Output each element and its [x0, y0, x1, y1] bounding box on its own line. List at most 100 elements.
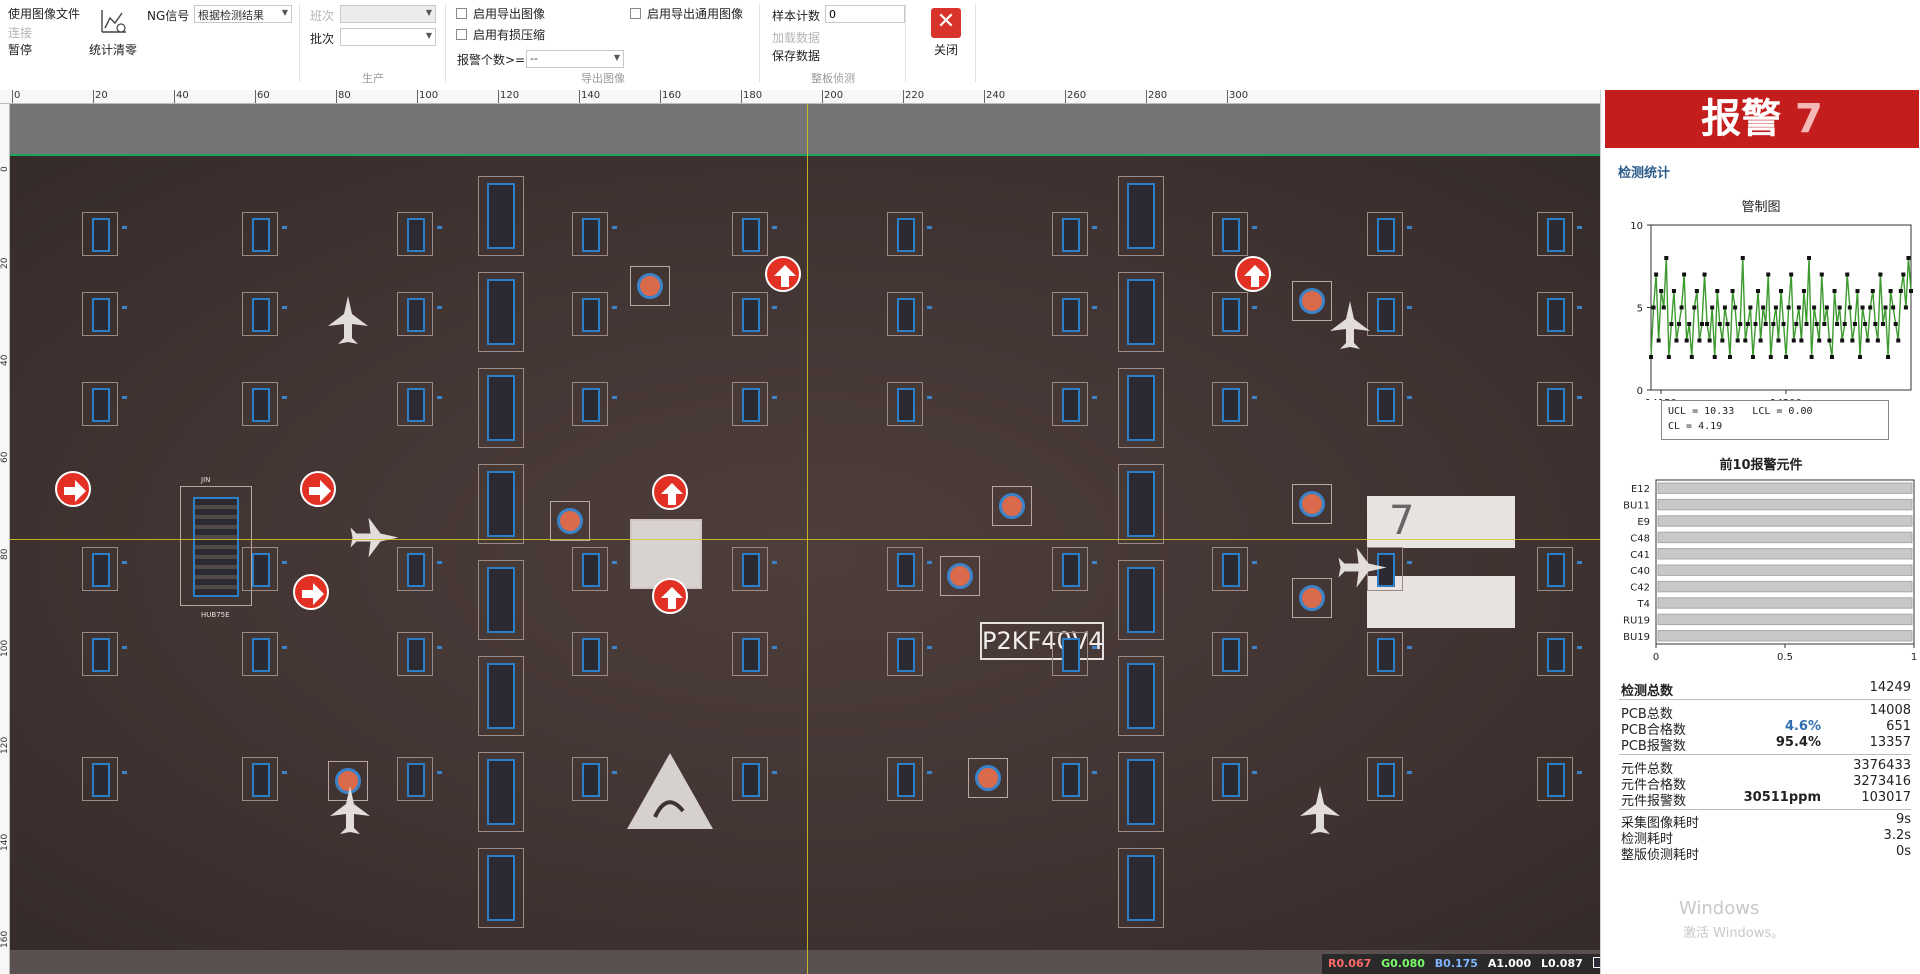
status-l: L0.087 — [1540, 957, 1583, 970]
control-chart-point — [1812, 305, 1817, 310]
control-chart-point — [1725, 322, 1730, 326]
stat-comp-alarm-ppm: 30511ppm — [1743, 790, 1821, 805]
pcb-chip — [82, 292, 118, 336]
pcb-driver-ic — [1118, 752, 1164, 832]
pcb-driver-ic-body — [487, 471, 515, 537]
use-image-file-button[interactable]: 使用图像文件 — [8, 5, 80, 22]
ruler-tick-label: 20 — [0, 257, 10, 269]
close-icon[interactable]: ✕ — [931, 8, 961, 38]
control-chart-point — [1674, 338, 1679, 343]
ruler-tick — [12, 90, 13, 103]
ng-signal-select[interactable]: 根据检测结果 ▼ — [194, 5, 292, 23]
pcb-chip — [397, 212, 433, 256]
control-chart-point — [1651, 305, 1656, 310]
pcb-chip — [572, 757, 608, 801]
pcb-driver-ic — [478, 560, 524, 640]
pcb-pad — [1092, 306, 1097, 309]
control-chart-point — [1901, 272, 1906, 277]
pcb-chip — [1212, 212, 1248, 256]
pcb-chip-body — [1377, 298, 1395, 332]
pcb-chip-body — [92, 298, 110, 332]
stat-pcb-ok-value: 651 — [1886, 719, 1911, 734]
pcb-driver-ic — [478, 656, 524, 736]
pcb-chip-body — [1062, 638, 1080, 672]
pcb-driver-ic-body — [487, 279, 515, 345]
pcb-rgb-led-lens — [947, 563, 973, 589]
pcb-chip-body — [407, 763, 425, 797]
divider — [1619, 754, 1911, 755]
pcb-chip — [887, 632, 923, 676]
pcb-driver-ic-body — [487, 855, 515, 921]
pcb-chip-body — [1547, 553, 1565, 587]
stats-chart-icon[interactable] — [100, 8, 128, 36]
activation-watermark: Windows — [1679, 898, 1760, 919]
control-chart-point — [1649, 355, 1653, 359]
pcb-pad — [1577, 561, 1582, 564]
ruler-tick-label: 60 — [0, 451, 10, 463]
load-data-button[interactable]: 加载数据 — [772, 29, 820, 46]
pcb-rgb-led — [992, 486, 1032, 526]
pcb-chip-body — [1222, 218, 1240, 252]
shift-select[interactable]: ▼ — [340, 5, 436, 23]
stat-comp-ok-value: 3273416 — [1853, 774, 1911, 789]
pcb-pad — [1407, 396, 1412, 399]
ruler-tick-label: 60 — [257, 90, 270, 101]
save-data-button[interactable]: 保存数据 — [772, 47, 820, 64]
pcb-chip-body — [1547, 388, 1565, 422]
pcb-driver-ic-body — [487, 183, 515, 249]
divider — [1619, 809, 1911, 810]
control-chart-point — [1883, 305, 1888, 310]
control-chart-point — [1822, 322, 1827, 326]
pcb-pad — [122, 771, 127, 774]
enable-general-export-checkbox[interactable] — [630, 8, 641, 19]
pixel-status-bar: R0.067 G0.080 B0.175 A1.000 L0.087 — [1322, 954, 1604, 974]
enable-export-checkbox[interactable] — [456, 8, 467, 19]
control-chart-point — [1786, 305, 1791, 310]
pcb-driver-ic-body — [1127, 759, 1155, 825]
top10-title: 前10报警元件 — [1719, 458, 1803, 473]
legend-cl: CL = 4.19 — [1668, 421, 1723, 432]
alarm-banner: 报警 7 — [1605, 90, 1919, 148]
pcb-chip-body — [582, 638, 600, 672]
pcb-rgb-led — [1292, 578, 1332, 618]
pause-button[interactable]: 暂停 — [8, 41, 32, 58]
pcb-chip — [1212, 547, 1248, 591]
alarm-count-value: -- — [530, 52, 538, 65]
chevron-down-icon: ▼ — [425, 31, 432, 40]
control-chart-point — [1712, 355, 1717, 359]
pcb-chip — [82, 547, 118, 591]
pcb-chip-body — [407, 638, 425, 672]
close-button[interactable]: 关闭 — [934, 41, 958, 58]
stats-clear-button[interactable]: 统计清零 — [89, 41, 137, 58]
pcb-chip-body — [252, 388, 270, 422]
pcb-chip — [242, 547, 278, 591]
pcb-chip — [1537, 292, 1573, 336]
stat-pcb-total-value: 14008 — [1869, 703, 1911, 718]
ribbon-group-panel-detect: 样本计数 加载数据 保存数据 整板侦测 — [760, 0, 906, 88]
pcb-image-viewer[interactable]: JIN HUB75E P2KF40V4 7 — [10, 104, 1600, 974]
x-axis-tick-label: 1 — [1911, 652, 1917, 663]
ruler-tick-label: 300 — [1229, 90, 1249, 101]
sample-count-input[interactable] — [825, 5, 905, 23]
pcb-chip-body — [252, 218, 270, 252]
pcb-rgb-led-lens — [557, 508, 583, 534]
stat-pcb-alarm-pct: 95.4% — [1775, 735, 1821, 750]
bar-category-label: C41 — [1630, 550, 1650, 561]
control-chart-point — [1722, 305, 1727, 310]
pcb-chip — [1052, 757, 1088, 801]
batch-select[interactable]: ▼ — [340, 28, 436, 46]
control-chart-point — [1682, 272, 1687, 277]
alarm-count-select[interactable]: -- ▼ — [526, 50, 624, 68]
stat-comp-alarm-value: 103017 — [1861, 790, 1911, 805]
ruler-tick-label: 180 — [743, 90, 763, 101]
stat-pcb-alarm-label: PCB报警数 — [1621, 739, 1686, 754]
connect-button[interactable]: 连接 — [8, 24, 32, 41]
control-chart-point — [1794, 322, 1799, 326]
stat-panel-time: 整版侦测耗时 0s — [1621, 844, 1911, 863]
pcb-pad — [122, 306, 127, 309]
control-chart-point — [1824, 305, 1829, 310]
control-chart-point — [1717, 322, 1722, 326]
pcb-pad — [612, 306, 617, 309]
enable-compress-checkbox[interactable] — [456, 29, 467, 40]
group-separator — [905, 4, 906, 82]
